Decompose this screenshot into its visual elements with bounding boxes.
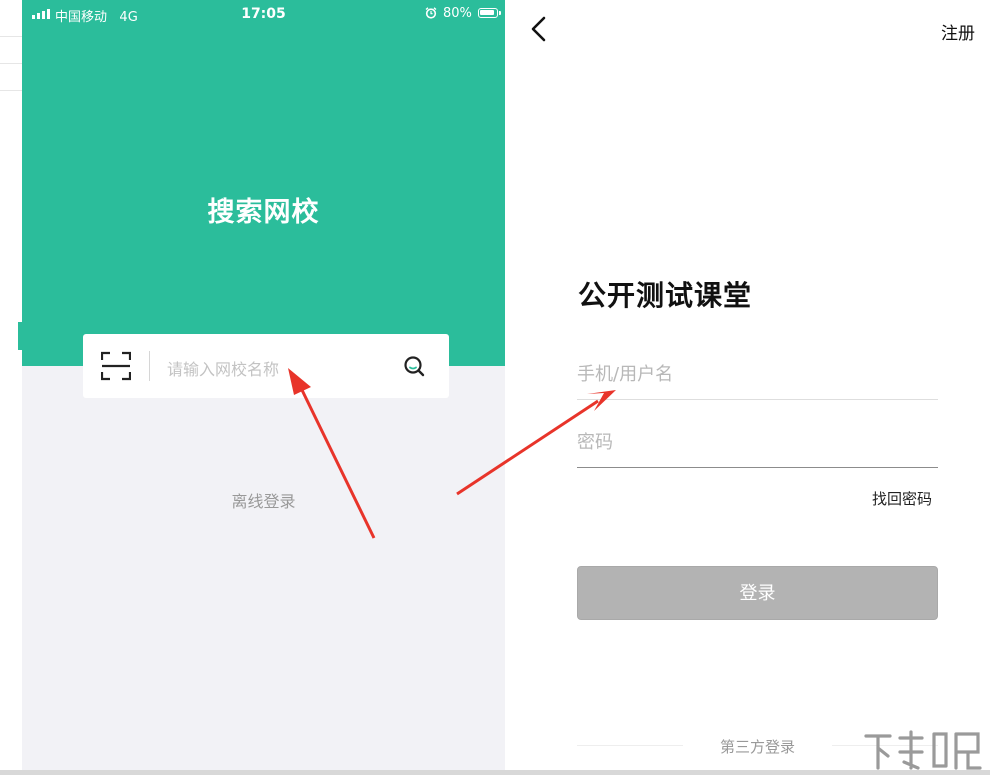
password-underline: [577, 467, 938, 468]
chevron-left-icon[interactable]: [529, 16, 547, 42]
watermark-logo: [864, 730, 982, 770]
offline-login-link[interactable]: 离线登录: [22, 488, 505, 512]
password-placeholder: 密码: [577, 432, 613, 453]
password-field[interactable]: 密码: [577, 418, 938, 468]
alarm-icon: [425, 7, 437, 19]
bottom-strip: [0, 770, 990, 775]
search-divider: [149, 351, 150, 381]
username-field[interactable]: 手机/用户名: [577, 350, 938, 400]
scan-icon[interactable]: [101, 351, 131, 381]
forgot-password-link[interactable]: 找回密码: [872, 488, 932, 509]
school-search-box: 请输入网校名称: [83, 334, 449, 398]
username-placeholder: 手机/用户名: [577, 364, 674, 385]
search-school-screen: 中国移动 4G 17:05 80% 搜索网校 请输入网校名称 离线登录: [22, 0, 505, 775]
green-header: 中国移动 4G 17:05 80% 搜索网校: [22, 0, 505, 366]
login-button[interactable]: 登录: [577, 566, 938, 620]
status-bar: 中国移动 4G 17:05 80%: [22, 0, 505, 28]
login-screen: 注册 公开测试课堂 手机/用户名 密码 找回密码 登录 第三方登录: [505, 0, 990, 775]
strip-divider: [0, 36, 22, 37]
strip-divider: [0, 63, 22, 64]
strip-divider: [0, 90, 22, 91]
school-name-title: 公开测试课堂: [578, 279, 753, 312]
school-search-input[interactable]: 请输入网校名称: [167, 356, 279, 380]
register-link[interactable]: 注册: [941, 19, 975, 44]
search-icon[interactable]: [402, 354, 426, 378]
battery-percent: 80%: [443, 6, 472, 21]
left-margin-strip: [0, 0, 22, 775]
username-underline: [577, 399, 938, 400]
page-title: 搜索网校: [207, 197, 320, 228]
battery-icon: [478, 8, 501, 18]
